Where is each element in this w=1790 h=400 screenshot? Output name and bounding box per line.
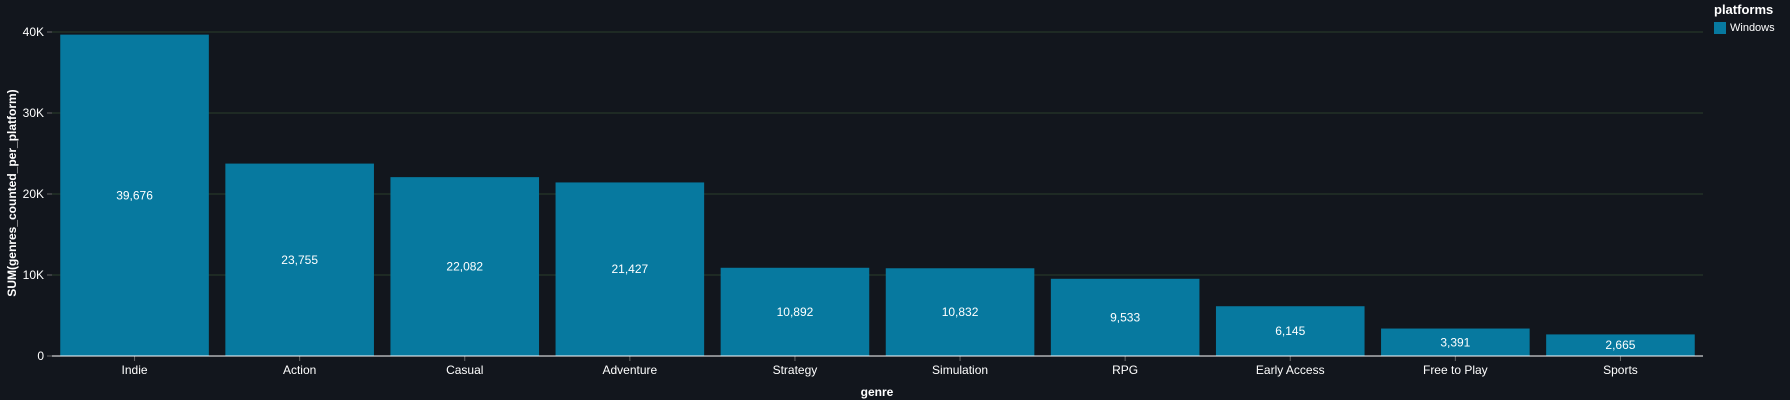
x-tick-label: Casual — [446, 363, 483, 377]
y-tick-label: 20K — [23, 187, 44, 201]
x-tick-label: RPG — [1112, 363, 1138, 377]
legend-title: platforms — [1714, 2, 1774, 17]
x-tick-label: Simulation — [932, 363, 988, 377]
x-axis-title: genre — [861, 385, 894, 399]
data-label: 3,391 — [1440, 335, 1470, 349]
y-tick-label: 10K — [23, 268, 44, 282]
data-label: 22,082 — [446, 260, 483, 274]
data-label: 6,145 — [1275, 324, 1305, 338]
y-tick-label: 40K — [23, 25, 44, 39]
data-label: 10,892 — [777, 305, 814, 319]
bars — [60, 34, 1695, 357]
x-tick-label: Sports — [1603, 363, 1638, 377]
legend-item-label: Windows — [1730, 22, 1775, 34]
x-tick-label: Indie — [122, 363, 148, 377]
y-axis-title: SUM(genres_counted_per_platform) — [5, 89, 19, 296]
data-label: 9,533 — [1110, 310, 1140, 324]
data-label: 23,755 — [281, 253, 318, 267]
y-tick-label: 0 — [37, 349, 44, 363]
x-tick-label: Action — [283, 363, 316, 377]
bar-chart: 0 10K 20K 30K 40K 39,676 Indie 23,755 Action 22,0… — [5, 25, 1703, 399]
legend: platforms Windows — [1714, 2, 1775, 34]
legend-item-windows[interactable]: Windows — [1714, 22, 1775, 34]
y-tick-label: 30K — [23, 106, 44, 120]
x-tick-label: Free to Play — [1423, 363, 1488, 377]
x-tick-label: Strategy — [773, 363, 818, 377]
x-tick-label: Early Access — [1256, 363, 1325, 377]
legend-swatch — [1714, 22, 1726, 34]
data-label: 2,665 — [1605, 338, 1635, 352]
data-label: 39,676 — [116, 188, 153, 202]
data-label: 10,832 — [942, 305, 979, 319]
data-label: 21,427 — [611, 262, 648, 276]
x-tick-label: Adventure — [602, 363, 657, 377]
